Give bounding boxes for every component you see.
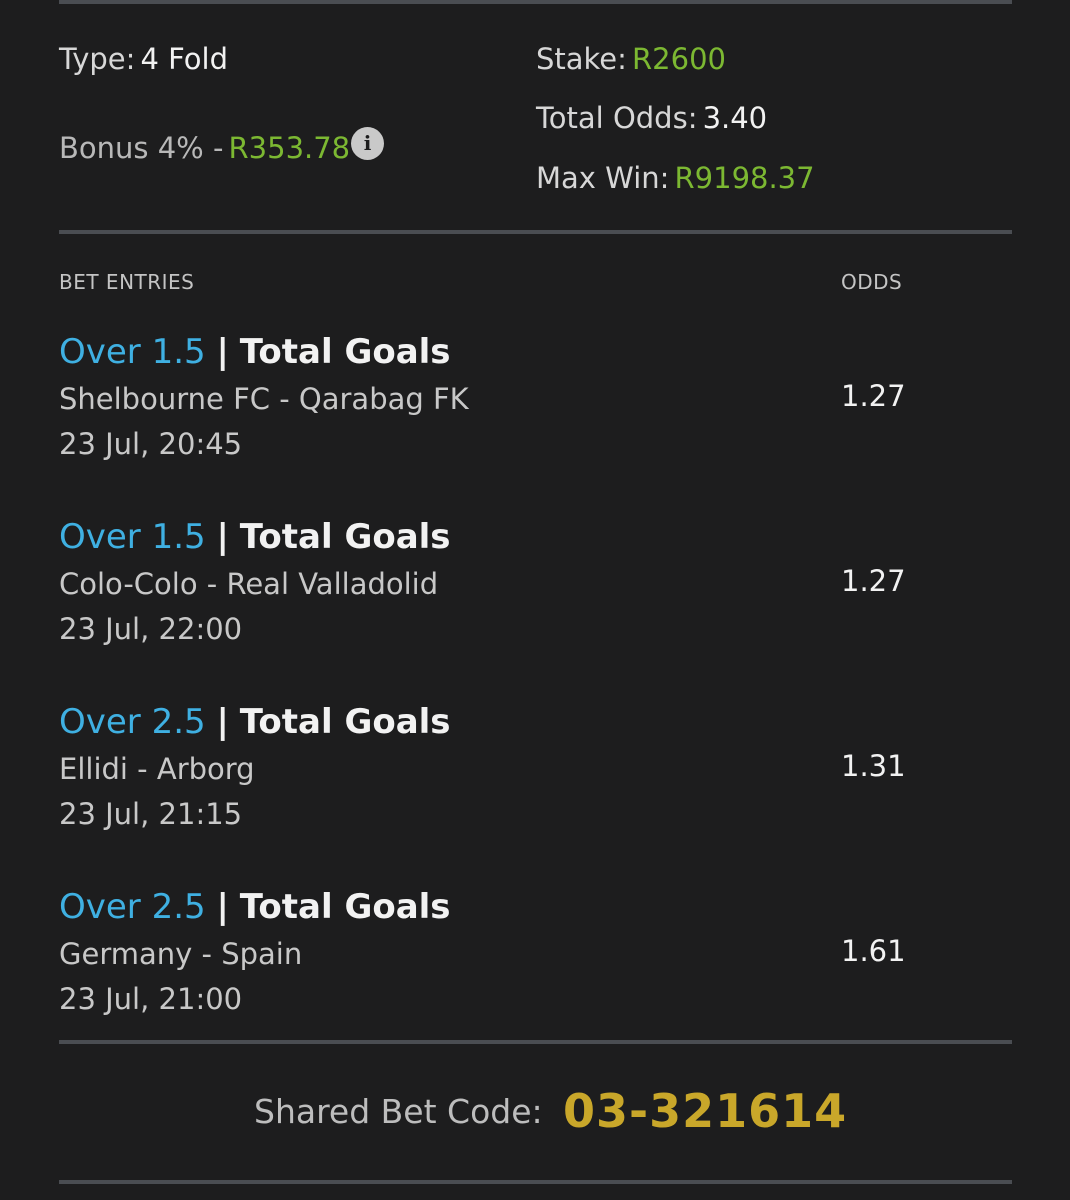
- entry-datetime: 23 Jul, 22:00: [59, 612, 243, 646]
- entry-match: Colo-Colo - Real Valladolid: [59, 567, 439, 601]
- total-odds: Total Odds: 3.40: [536, 104, 767, 133]
- selection-outcome: Over 2.5: [59, 702, 206, 742]
- entry-selection: Over 1.5 | Total Goals: [59, 520, 451, 554]
- selection-separator: |: [216, 517, 229, 557]
- entry-odds: 1.27: [841, 379, 906, 413]
- selection-market: Total Goals: [239, 517, 451, 557]
- entry-datetime: 23 Jul, 21:15: [59, 797, 243, 831]
- bonus-line: Bonus 4% - R353.78: [59, 134, 350, 163]
- entry-odds: 1.61: [841, 934, 906, 968]
- bonus-label: Bonus 4% -: [59, 131, 224, 165]
- total-odds-value: 3.40: [702, 101, 768, 135]
- shared-bet-code-label: Shared Bet Code:: [254, 1092, 543, 1131]
- bet-type: Type: 4 Fold: [59, 45, 228, 74]
- entry-match: Ellidi - Arborg: [59, 752, 255, 786]
- type-value: 4 Fold: [140, 42, 229, 76]
- bet-entry: Over 2.5 | Total Goals Germany - Spain 2…: [59, 890, 1012, 1030]
- entry-selection: Over 2.5 | Total Goals: [59, 705, 451, 739]
- bet-entry: Over 1.5 | Total Goals Colo-Colo - Real …: [59, 520, 1012, 660]
- max-win-label: Max Win:: [536, 161, 670, 195]
- selection-outcome: Over 1.5: [59, 332, 206, 372]
- total-odds-label: Total Odds:: [536, 101, 698, 135]
- entry-selection: Over 1.5 | Total Goals: [59, 335, 451, 369]
- bottom-divider: [59, 1180, 1012, 1184]
- summary-divider: [59, 230, 1012, 234]
- top-divider: [59, 0, 1012, 4]
- entry-odds: 1.31: [841, 749, 906, 783]
- type-label: Type:: [59, 42, 136, 76]
- bet-entries-header: BET ENTRIES: [59, 270, 195, 294]
- selection-outcome: Over 2.5: [59, 887, 206, 927]
- selection-separator: |: [216, 702, 229, 742]
- entry-datetime: 23 Jul, 21:00: [59, 982, 243, 1016]
- odds-header: ODDS: [841, 270, 903, 294]
- entry-odds: 1.27: [841, 564, 906, 598]
- max-win-value: R9198.37: [674, 161, 815, 195]
- selection-market: Total Goals: [239, 887, 451, 927]
- selection-outcome: Over 1.5: [59, 517, 206, 557]
- shared-bet-code[interactable]: 03-321614: [563, 1088, 847, 1134]
- selection-separator: |: [216, 887, 229, 927]
- bonus-value: R353.78: [228, 131, 351, 165]
- selection-market: Total Goals: [239, 332, 451, 372]
- entry-selection: Over 2.5 | Total Goals: [59, 890, 451, 924]
- entry-match: Shelbourne FC - Qarabag FK: [59, 382, 469, 416]
- selection-separator: |: [216, 332, 229, 372]
- max-win: Max Win: R9198.37: [536, 164, 815, 193]
- bet-slip-page: Type: 4 Fold Bonus 4% - R353.78 i Stake:…: [0, 0, 1070, 1200]
- stake: Stake: R2600: [536, 45, 726, 74]
- bet-entry: Over 2.5 | Total Goals Ellidi - Arborg 2…: [59, 705, 1012, 845]
- entry-match: Germany - Spain: [59, 937, 303, 971]
- stake-value: R2600: [632, 42, 726, 76]
- entries-divider: [59, 1040, 1012, 1044]
- info-icon[interactable]: i: [351, 127, 384, 160]
- entry-datetime: 23 Jul, 20:45: [59, 427, 243, 461]
- bet-entry: Over 1.5 | Total Goals Shelbourne FC - Q…: [59, 335, 1012, 475]
- stake-label: Stake:: [536, 42, 627, 76]
- selection-market: Total Goals: [239, 702, 451, 742]
